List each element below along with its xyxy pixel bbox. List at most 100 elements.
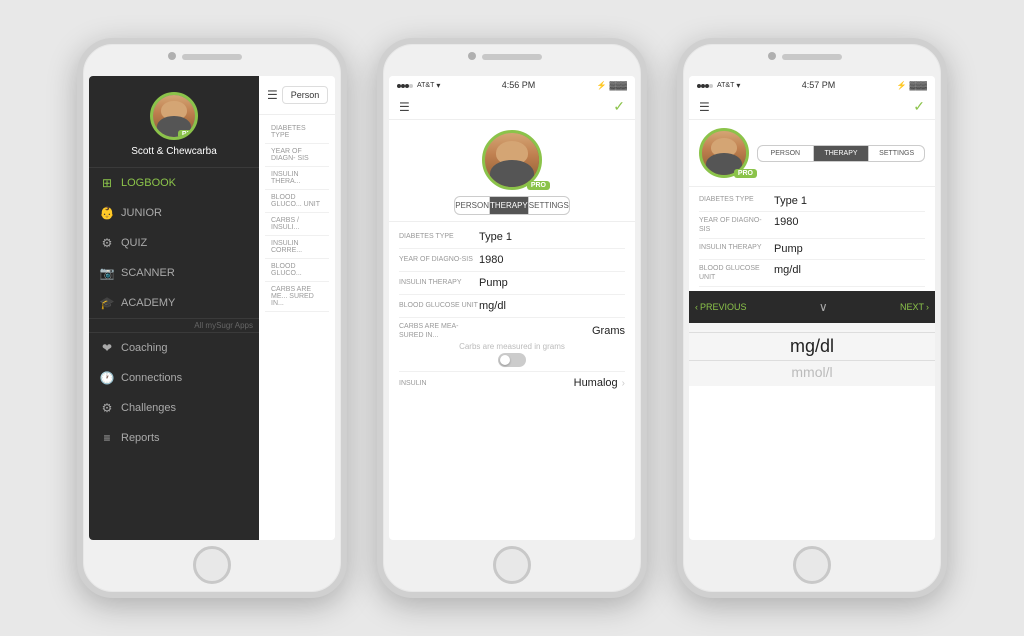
nav-label-reports: Reports bbox=[121, 432, 160, 444]
p3-therapy-value: Pump bbox=[774, 243, 925, 255]
battery-icon: ▓▓▓ bbox=[609, 81, 627, 90]
chevron-right-icon: › bbox=[622, 378, 625, 389]
nav-menu: ⊞ LOGBOOK 👶 JUNIOR ⚙ QUIZ 📷 bbox=[89, 168, 259, 540]
nav-item-academy[interactable]: 🎓 ACADEMY bbox=[89, 288, 259, 318]
carrier-label-3: AT&T bbox=[717, 82, 734, 89]
field-blood-glucose: BLOOD GLUCO... UNIT bbox=[265, 190, 329, 213]
carrier-label: AT&T bbox=[417, 82, 434, 89]
field-row-bg-unit: BLOOD GLUCOSE UNIT mg/dl bbox=[399, 295, 625, 318]
home-button-2[interactable] bbox=[493, 546, 531, 584]
field-row-diabetes: DIABETES TYPE Type 1 bbox=[399, 226, 625, 249]
p3-field-therapy: INSULIN THERAPY Pump bbox=[699, 239, 925, 260]
tab-person-3[interactable]: PERSON bbox=[758, 146, 814, 161]
toggle-switch[interactable] bbox=[498, 353, 526, 367]
nav-item-connections[interactable]: 🕐 Connections bbox=[89, 363, 259, 393]
signal-icon-3 bbox=[697, 81, 713, 90]
field-row-year: YEAR OF DIAGNO-SIS 1980 bbox=[399, 249, 625, 272]
tab-person-2[interactable]: PERSON bbox=[455, 197, 490, 214]
field-diabetes-type: DIABETES TYPE bbox=[265, 121, 329, 144]
p3-year-value: 1980 bbox=[774, 216, 925, 228]
pro-badge-2: PRO bbox=[527, 181, 550, 190]
p3-bg-unit-value: mg/dl bbox=[774, 264, 925, 276]
prev-label: PREVIOUS bbox=[700, 302, 747, 312]
hamburger-icon-2: ☰ bbox=[399, 100, 410, 114]
user-name: Scott & Chewcarba bbox=[131, 146, 217, 157]
nav-label-challenges: Challenges bbox=[121, 402, 176, 414]
home-button-3[interactable] bbox=[793, 546, 831, 584]
phone-3: AT&T ▾ 4:57 PM ⚡ ▓▓▓ ☰ ✓ bbox=[677, 38, 947, 598]
nav-item-challenges[interactable]: ⚙ Challenges bbox=[89, 393, 259, 423]
phone-1-screen: PRO Scott & Chewcarba ⊞ LOGBOOK 👶 JUNIOR bbox=[89, 76, 335, 540]
wifi-icon-3: ▾ bbox=[736, 81, 740, 90]
nav-label-junior: JUNIOR bbox=[121, 207, 162, 219]
bg-unit-value: mg/dl bbox=[479, 300, 625, 312]
insulin-row[interactable]: INSULIN Humalog › bbox=[399, 372, 625, 394]
field-carbs-measured: CARBS ARE ME... SURED IN... bbox=[265, 282, 329, 312]
connections-icon: 🕐 bbox=[99, 370, 115, 386]
prev-button[interactable]: ‹ PREVIOUS bbox=[695, 302, 747, 312]
bluetooth-icon-3: ⚡ bbox=[897, 81, 907, 90]
segment-control-2: PERSON THERAPY SETTINGS bbox=[454, 196, 570, 215]
tab-settings-2[interactable]: SETTINGS bbox=[529, 197, 569, 214]
battery-icon-3: ▓▓▓ bbox=[909, 81, 927, 90]
nav-label-scanner: SCANNER bbox=[121, 267, 175, 279]
phone-3-screen: AT&T ▾ 4:57 PM ⚡ ▓▓▓ ☰ ✓ bbox=[689, 76, 935, 540]
person-tab[interactable]: Person bbox=[282, 86, 329, 104]
avatar-2: PRO bbox=[482, 130, 542, 190]
p3-field-diabetes: DIABETES TYPE Type 1 bbox=[699, 191, 925, 212]
avatar-3: PRO bbox=[699, 128, 749, 178]
tab-settings-3[interactable]: SETTINGS bbox=[869, 146, 924, 161]
phone-2: AT&T ▾ 4:56 PM ⚡ ▓▓▓ ☰ ✓ bbox=[377, 38, 647, 598]
p3-field-bg-unit: BLOOD GLUCOSE UNIT mg/dl bbox=[699, 260, 925, 287]
reports-icon: ≡ bbox=[99, 430, 115, 446]
tab-therapy-2[interactable]: THERAPY bbox=[490, 197, 529, 214]
unit-picker: mg/dl mmol/l bbox=[689, 323, 935, 386]
p3-diabetes-value: Type 1 bbox=[774, 195, 925, 207]
right-header: ☰ Person bbox=[259, 76, 335, 115]
academy-icon: 🎓 bbox=[99, 295, 115, 311]
phone-3-header: ☰ ✓ bbox=[689, 94, 935, 120]
wifi-icon: ▾ bbox=[436, 81, 440, 90]
hamburger-icon-3: ☰ bbox=[699, 100, 710, 114]
nav-item-quiz[interactable]: ⚙ QUIZ bbox=[89, 228, 259, 258]
junior-icon: 👶 bbox=[99, 205, 115, 221]
nav-item-logbook[interactable]: ⊞ LOGBOOK bbox=[89, 168, 259, 198]
chevron-left-icon: ‹ bbox=[695, 302, 698, 312]
status-bar-3: AT&T ▾ 4:57 PM ⚡ ▓▓▓ bbox=[689, 76, 935, 94]
logbook-icon: ⊞ bbox=[99, 175, 115, 191]
next-button[interactable]: NEXT › bbox=[900, 302, 929, 312]
field-insulin: INSULIN THERA... bbox=[265, 167, 329, 190]
nav-item-scanner[interactable]: 📷 SCANNER bbox=[89, 258, 259, 288]
nav-center: ∨ bbox=[747, 300, 900, 314]
diabetes-value: Type 1 bbox=[479, 231, 625, 243]
home-button[interactable] bbox=[193, 546, 231, 584]
time-display-3: 4:57 PM bbox=[802, 80, 836, 90]
all-apps-label: All mySugr Apps bbox=[89, 318, 259, 333]
phone-1: PRO Scott & Chewcarba ⊞ LOGBOOK 👶 JUNIOR bbox=[77, 38, 347, 598]
phone-3-form: DIABETES TYPE Type 1 YEAR OF DIAGNO- SIS… bbox=[689, 187, 935, 291]
nav-bar: ‹ PREVIOUS ∨ NEXT › bbox=[689, 291, 935, 323]
right-panel: ☰ Person DIABETES TYPE YEAR OF DIAGN- SI… bbox=[259, 76, 335, 540]
nav-label-connections: Connections bbox=[121, 372, 182, 384]
nav-item-junior[interactable]: 👶 JUNIOR bbox=[89, 198, 259, 228]
nav-item-reports[interactable]: ≡ Reports bbox=[89, 423, 259, 453]
phone-3-profile: PRO PERSON THERAPY SETTINGS bbox=[689, 120, 935, 187]
phone-2-header: ☰ ✓ bbox=[389, 94, 635, 120]
quiz-icon: ⚙ bbox=[99, 235, 115, 251]
pro-badge: PRO bbox=[178, 130, 198, 139]
challenges-icon: ⚙ bbox=[99, 400, 115, 416]
phone-2-form: DIABETES TYPE Type 1 YEAR OF DIAGNO-SIS … bbox=[389, 222, 635, 540]
tab-therapy-3[interactable]: THERAPY bbox=[814, 146, 870, 161]
avatar: PRO bbox=[150, 92, 198, 140]
nav-label-quiz: QUIZ bbox=[121, 237, 147, 249]
nav-item-coaching[interactable]: ❤ Coaching bbox=[89, 333, 259, 363]
scanner-icon: 📷 bbox=[99, 265, 115, 281]
picker-selected[interactable]: mg/dl bbox=[790, 336, 834, 357]
chevron-right-icon: › bbox=[926, 302, 929, 312]
picker-dim[interactable]: mmol/l bbox=[791, 364, 832, 380]
check-icon: ✓ bbox=[613, 98, 625, 115]
sidebar: PRO Scott & Chewcarba ⊞ LOGBOOK 👶 JUNIOR bbox=[89, 76, 259, 540]
nav-label-academy: ACADEMY bbox=[121, 297, 175, 309]
coaching-icon: ❤ bbox=[99, 340, 115, 356]
insulin-value: Humalog bbox=[574, 377, 618, 389]
